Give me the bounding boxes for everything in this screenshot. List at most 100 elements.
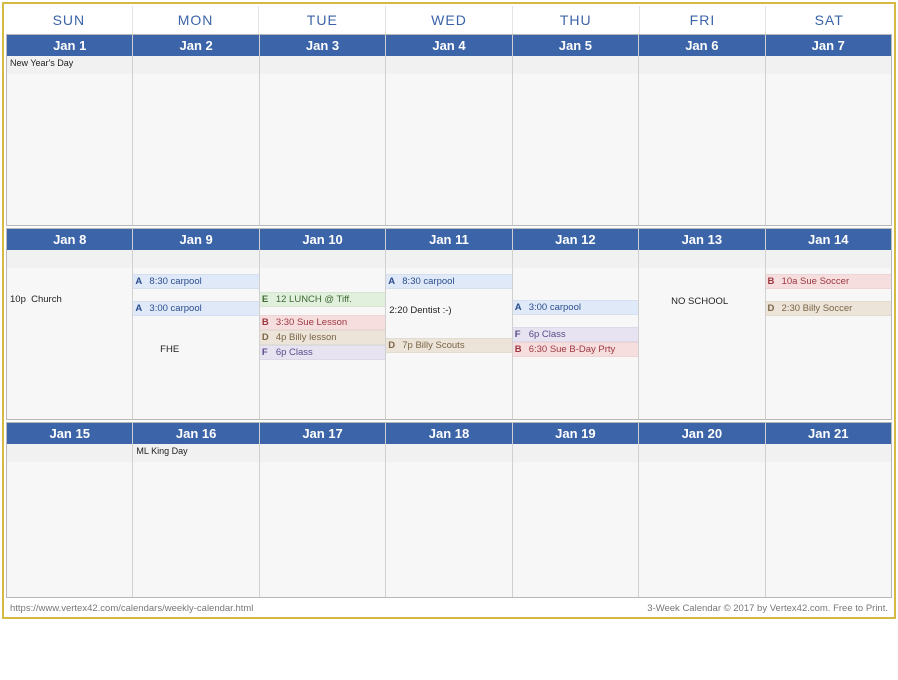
date-bar: Jan 10 bbox=[260, 229, 385, 250]
date-bar: Jan 3 bbox=[260, 35, 385, 56]
calendar-cell[interactable]: Jan 2 bbox=[133, 35, 259, 225]
calendar-cell[interactable]: Jan 6 bbox=[639, 35, 765, 225]
calendar-cell[interactable]: Jan 12A3:00 carpoolF6p ClassB6:30 Sue B-… bbox=[513, 229, 639, 419]
cell-body bbox=[513, 444, 638, 597]
event-text: 6p Class bbox=[276, 347, 313, 358]
cell-body bbox=[260, 444, 385, 597]
event-text: 8:30 carpool bbox=[402, 276, 454, 287]
calendar-cell[interactable]: Jan 15 bbox=[7, 423, 133, 597]
event-row: A8:30 carpool bbox=[386, 274, 511, 289]
footer: https://www.vertex42.com/calendars/weekl… bbox=[6, 600, 892, 617]
holiday-band bbox=[260, 56, 385, 74]
event-plain: 10p Church bbox=[7, 292, 132, 307]
calendar-cell[interactable]: Jan 5 bbox=[513, 35, 639, 225]
calendar-cell[interactable]: Jan 21 bbox=[766, 423, 891, 597]
event-plain: NO SCHOOL bbox=[639, 294, 764, 309]
event-text: 3:30 Sue Lesson bbox=[276, 317, 347, 328]
date-bar: Jan 7 bbox=[766, 35, 891, 56]
event-row: F6p Class bbox=[513, 327, 638, 342]
day-header-mon: MON bbox=[133, 6, 260, 34]
cell-body bbox=[766, 56, 891, 225]
week-row: Jan 1New Year's DayJan 2Jan 3Jan 4Jan 5J… bbox=[6, 34, 892, 226]
calendar-cell[interactable]: Jan 18 bbox=[386, 423, 512, 597]
footer-url: https://www.vertex42.com/calendars/weekl… bbox=[10, 603, 253, 614]
cell-body bbox=[386, 444, 511, 597]
day-header-sun: SUN bbox=[6, 6, 133, 34]
holiday-band bbox=[386, 444, 511, 462]
event-text: 6p Class bbox=[529, 329, 566, 340]
day-header-fri: FRI bbox=[640, 6, 767, 34]
event-text: 10a Sue Soccer bbox=[782, 276, 850, 287]
calendar-cell[interactable]: Jan 3 bbox=[260, 35, 386, 225]
event-row: A3:00 carpool bbox=[513, 300, 638, 315]
event-row: D4p Billy lesson bbox=[260, 330, 385, 345]
calendar-cell[interactable]: Jan 20 bbox=[639, 423, 765, 597]
calendar-cell[interactable]: Jan 11A8:30 carpool2:20 Dentist :-)D7p B… bbox=[386, 229, 512, 419]
event-row: B10a Sue Soccer bbox=[766, 274, 891, 289]
cell-body: A3:00 carpoolF6p ClassB6:30 Sue B-Day Pr… bbox=[513, 250, 638, 419]
date-bar: Jan 2 bbox=[133, 35, 258, 56]
event-text: 3:00 carpool bbox=[529, 302, 581, 313]
calendar-cell[interactable]: Jan 7 bbox=[766, 35, 891, 225]
date-bar: Jan 18 bbox=[386, 423, 511, 444]
holiday-band bbox=[513, 56, 638, 74]
date-bar: Jan 20 bbox=[639, 423, 764, 444]
event-text: 6:30 Sue B-Day Prty bbox=[529, 344, 616, 355]
holiday-band bbox=[513, 250, 638, 268]
cell-body: 10p Church bbox=[7, 250, 132, 419]
event-text: 8:30 carpool bbox=[149, 276, 201, 287]
calendar-cell[interactable]: Jan 1New Year's Day bbox=[7, 35, 133, 225]
cell-body bbox=[7, 444, 132, 597]
holiday-band bbox=[639, 56, 764, 74]
calendar-cell[interactable]: Jan 14B10a Sue SoccerD2:30 Billy Soccer bbox=[766, 229, 891, 419]
event-text: 4p Billy lesson bbox=[276, 332, 337, 343]
cell-body bbox=[639, 56, 764, 225]
event-code: D bbox=[262, 332, 276, 343]
event-text: 7p Billy Scouts bbox=[402, 340, 464, 351]
holiday-band bbox=[260, 444, 385, 462]
calendar-cell[interactable]: Jan 16ML King Day bbox=[133, 423, 259, 597]
date-bar: Jan 1 bbox=[7, 35, 132, 56]
event-code: D bbox=[768, 303, 782, 314]
calendar-cell[interactable]: Jan 810p Church bbox=[7, 229, 133, 419]
day-header-sat: SAT bbox=[766, 6, 892, 34]
day-header-row: SUN MON TUE WED THU FRI SAT bbox=[6, 6, 892, 34]
calendar-cell[interactable]: Jan 13 NO SCHOOL bbox=[639, 229, 765, 419]
date-bar: Jan 4 bbox=[386, 35, 511, 56]
holiday-band bbox=[766, 56, 891, 74]
cell-body bbox=[133, 56, 258, 225]
date-bar: Jan 11 bbox=[386, 229, 511, 250]
day-header-tue: TUE bbox=[259, 6, 386, 34]
holiday-band bbox=[766, 250, 891, 268]
event-row: A3:00 carpool bbox=[133, 301, 258, 316]
event-plain: FHE bbox=[133, 342, 258, 357]
calendar-cell[interactable]: Jan 10E12 LUNCH @ Tiff.B3:30 Sue LessonD… bbox=[260, 229, 386, 419]
date-bar: Jan 6 bbox=[639, 35, 764, 56]
calendar-cell[interactable]: Jan 19 bbox=[513, 423, 639, 597]
event-code: E bbox=[262, 294, 276, 305]
event-code: F bbox=[515, 329, 529, 340]
holiday-band bbox=[133, 250, 258, 268]
holiday-band: New Year's Day bbox=[7, 56, 132, 74]
calendar-cell[interactable]: Jan 17 bbox=[260, 423, 386, 597]
weeks-container: Jan 1New Year's DayJan 2Jan 3Jan 4Jan 5J… bbox=[6, 34, 892, 598]
date-bar: Jan 5 bbox=[513, 35, 638, 56]
event-code: A bbox=[515, 302, 529, 313]
event-code: D bbox=[388, 340, 402, 351]
event-row: B3:30 Sue Lesson bbox=[260, 315, 385, 330]
cell-body: A8:30 carpoolA3:00 carpool FHE bbox=[133, 250, 258, 419]
holiday-band bbox=[766, 444, 891, 462]
calendar-cell[interactable]: Jan 4 bbox=[386, 35, 512, 225]
holiday-band bbox=[7, 250, 132, 268]
holiday-band bbox=[639, 250, 764, 268]
date-bar: Jan 17 bbox=[260, 423, 385, 444]
cell-body: NO SCHOOL bbox=[639, 250, 764, 419]
calendar-cell[interactable]: Jan 9A8:30 carpoolA3:00 carpool FHE bbox=[133, 229, 259, 419]
holiday-band bbox=[260, 250, 385, 268]
event-text: 12 LUNCH @ Tiff. bbox=[276, 294, 352, 305]
cell-body: ML King Day bbox=[133, 444, 258, 597]
holiday-band: ML King Day bbox=[133, 444, 258, 462]
event-text: 3:00 carpool bbox=[149, 303, 201, 314]
cell-body bbox=[260, 56, 385, 225]
holiday-band bbox=[7, 444, 132, 462]
